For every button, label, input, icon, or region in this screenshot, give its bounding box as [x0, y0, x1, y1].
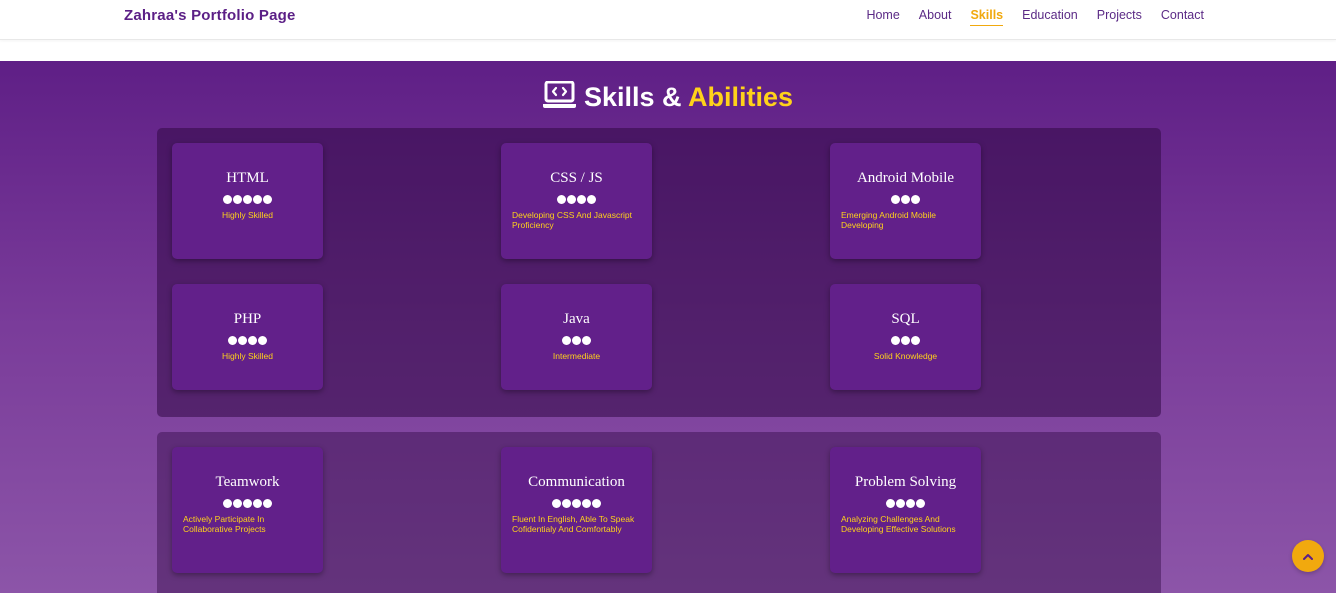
skill-card: Java Intermediate [501, 284, 652, 390]
nav-education[interactable]: Education [1022, 8, 1078, 26]
nav-skills[interactable]: Skills [970, 8, 1004, 26]
rating-dot [258, 336, 267, 345]
skill-name: HTML [226, 170, 269, 186]
skill-description: Developing CSS And Javascript Proficienc… [512, 210, 633, 230]
rating-dot [263, 499, 272, 508]
soft-skills-panel: Teamwork Actively Participate In Collabo… [157, 432, 1161, 593]
rating-dot [223, 195, 232, 204]
skill-card: CSS / JS Developing CSS And Javascript P… [501, 143, 652, 259]
laptop-code-icon [542, 80, 576, 116]
rating-dot [223, 499, 232, 508]
rating-dot [587, 195, 596, 204]
skill-description: Intermediate [552, 351, 601, 361]
rating-dot [248, 336, 257, 345]
skill-card: Android Mobile Emerging Android Mobile D… [830, 143, 981, 259]
skill-card: Teamwork Actively Participate In Collabo… [172, 447, 323, 573]
skill-rating [172, 332, 323, 346]
rating-dot [901, 195, 910, 204]
skill-description: Highly Skilled [221, 210, 274, 220]
main-nav: Home About Skills Education Projects Con… [847, 8, 1204, 26]
rating-dot [911, 336, 920, 345]
nav-projects[interactable]: Projects [1097, 8, 1142, 26]
rating-dot [263, 195, 272, 204]
site-header: Zahraa's Portfolio Page Home About Skill… [0, 0, 1336, 40]
brand-title[interactable]: Zahraa's Portfolio Page [124, 7, 296, 24]
title-main: Skills & [583, 82, 682, 112]
skill-name: Communication [528, 474, 625, 490]
rating-dot [233, 499, 242, 508]
skill-rating [501, 495, 652, 509]
skill-rating [830, 332, 981, 346]
technical-skills-panel: HTML Highly Skilled CSS / JS Developing … [157, 128, 1161, 417]
title-accent: Abilities [688, 82, 794, 112]
skill-name: PHP [233, 311, 262, 327]
skill-rating [501, 332, 652, 346]
rating-dot [572, 499, 581, 508]
rating-dot [906, 499, 915, 508]
skill-name: SQL [891, 311, 920, 327]
skill-card: HTML Highly Skilled [172, 143, 323, 259]
rating-dot [253, 195, 262, 204]
rating-dot [911, 195, 920, 204]
rating-dot [582, 499, 591, 508]
scroll-to-top-button[interactable] [1292, 540, 1324, 572]
skill-name: Java [563, 311, 590, 327]
rating-dot [572, 336, 581, 345]
skill-card: SQL Solid Knowledge [830, 284, 981, 390]
skill-rating [172, 495, 323, 509]
rating-dot [557, 195, 566, 204]
skill-name: Android Mobile [856, 170, 955, 186]
skill-name: Problem Solving [854, 474, 957, 490]
rating-dot [233, 195, 242, 204]
rating-dot [552, 499, 561, 508]
skill-name: CSS / JS [550, 170, 603, 186]
nav-about[interactable]: About [919, 8, 952, 26]
skill-rating [830, 191, 981, 205]
skill-card: Problem Solving Analyzing Challenges And… [830, 447, 981, 573]
skills-section: Skills & Abilities HTML Highly Skilled C… [0, 61, 1336, 593]
rating-dot [567, 195, 576, 204]
rating-dot [243, 499, 252, 508]
skill-description: Fluent In English, Able To Speak Cofiden… [512, 514, 635, 534]
skill-card: Communication Fluent In English, Able To… [501, 447, 652, 573]
rating-dot [886, 499, 895, 508]
rating-dot [592, 499, 601, 508]
rating-dot [916, 499, 925, 508]
rating-dot [891, 195, 900, 204]
skill-description: Highly Skilled [221, 351, 274, 361]
section-title: Skills & Abilities [0, 80, 1336, 116]
rating-dot [562, 336, 571, 345]
rating-dot [582, 336, 591, 345]
rating-dot [896, 499, 905, 508]
rating-dot [253, 499, 262, 508]
chevron-up-icon [1303, 547, 1313, 565]
skill-description: Actively Participate In Collaborative Pr… [183, 514, 266, 534]
skill-name: Teamwork [215, 474, 280, 490]
rating-dot [891, 336, 900, 345]
skill-rating [830, 495, 981, 509]
skill-description: Solid Knowledge [873, 351, 938, 361]
rating-dot [238, 336, 247, 345]
skill-description: Analyzing Challenges And Developing Effe… [841, 514, 956, 534]
rating-dot [562, 499, 571, 508]
skill-card: PHP Highly Skilled [172, 284, 323, 390]
rating-dot [577, 195, 586, 204]
skill-rating [172, 191, 323, 205]
rating-dot [228, 336, 237, 345]
nav-home[interactable]: Home [866, 8, 899, 26]
skill-rating [501, 191, 652, 205]
nav-contact[interactable]: Contact [1161, 8, 1204, 26]
rating-dot [901, 336, 910, 345]
skill-description: Emerging Android Mobile Developing [841, 210, 936, 230]
rating-dot [243, 195, 252, 204]
